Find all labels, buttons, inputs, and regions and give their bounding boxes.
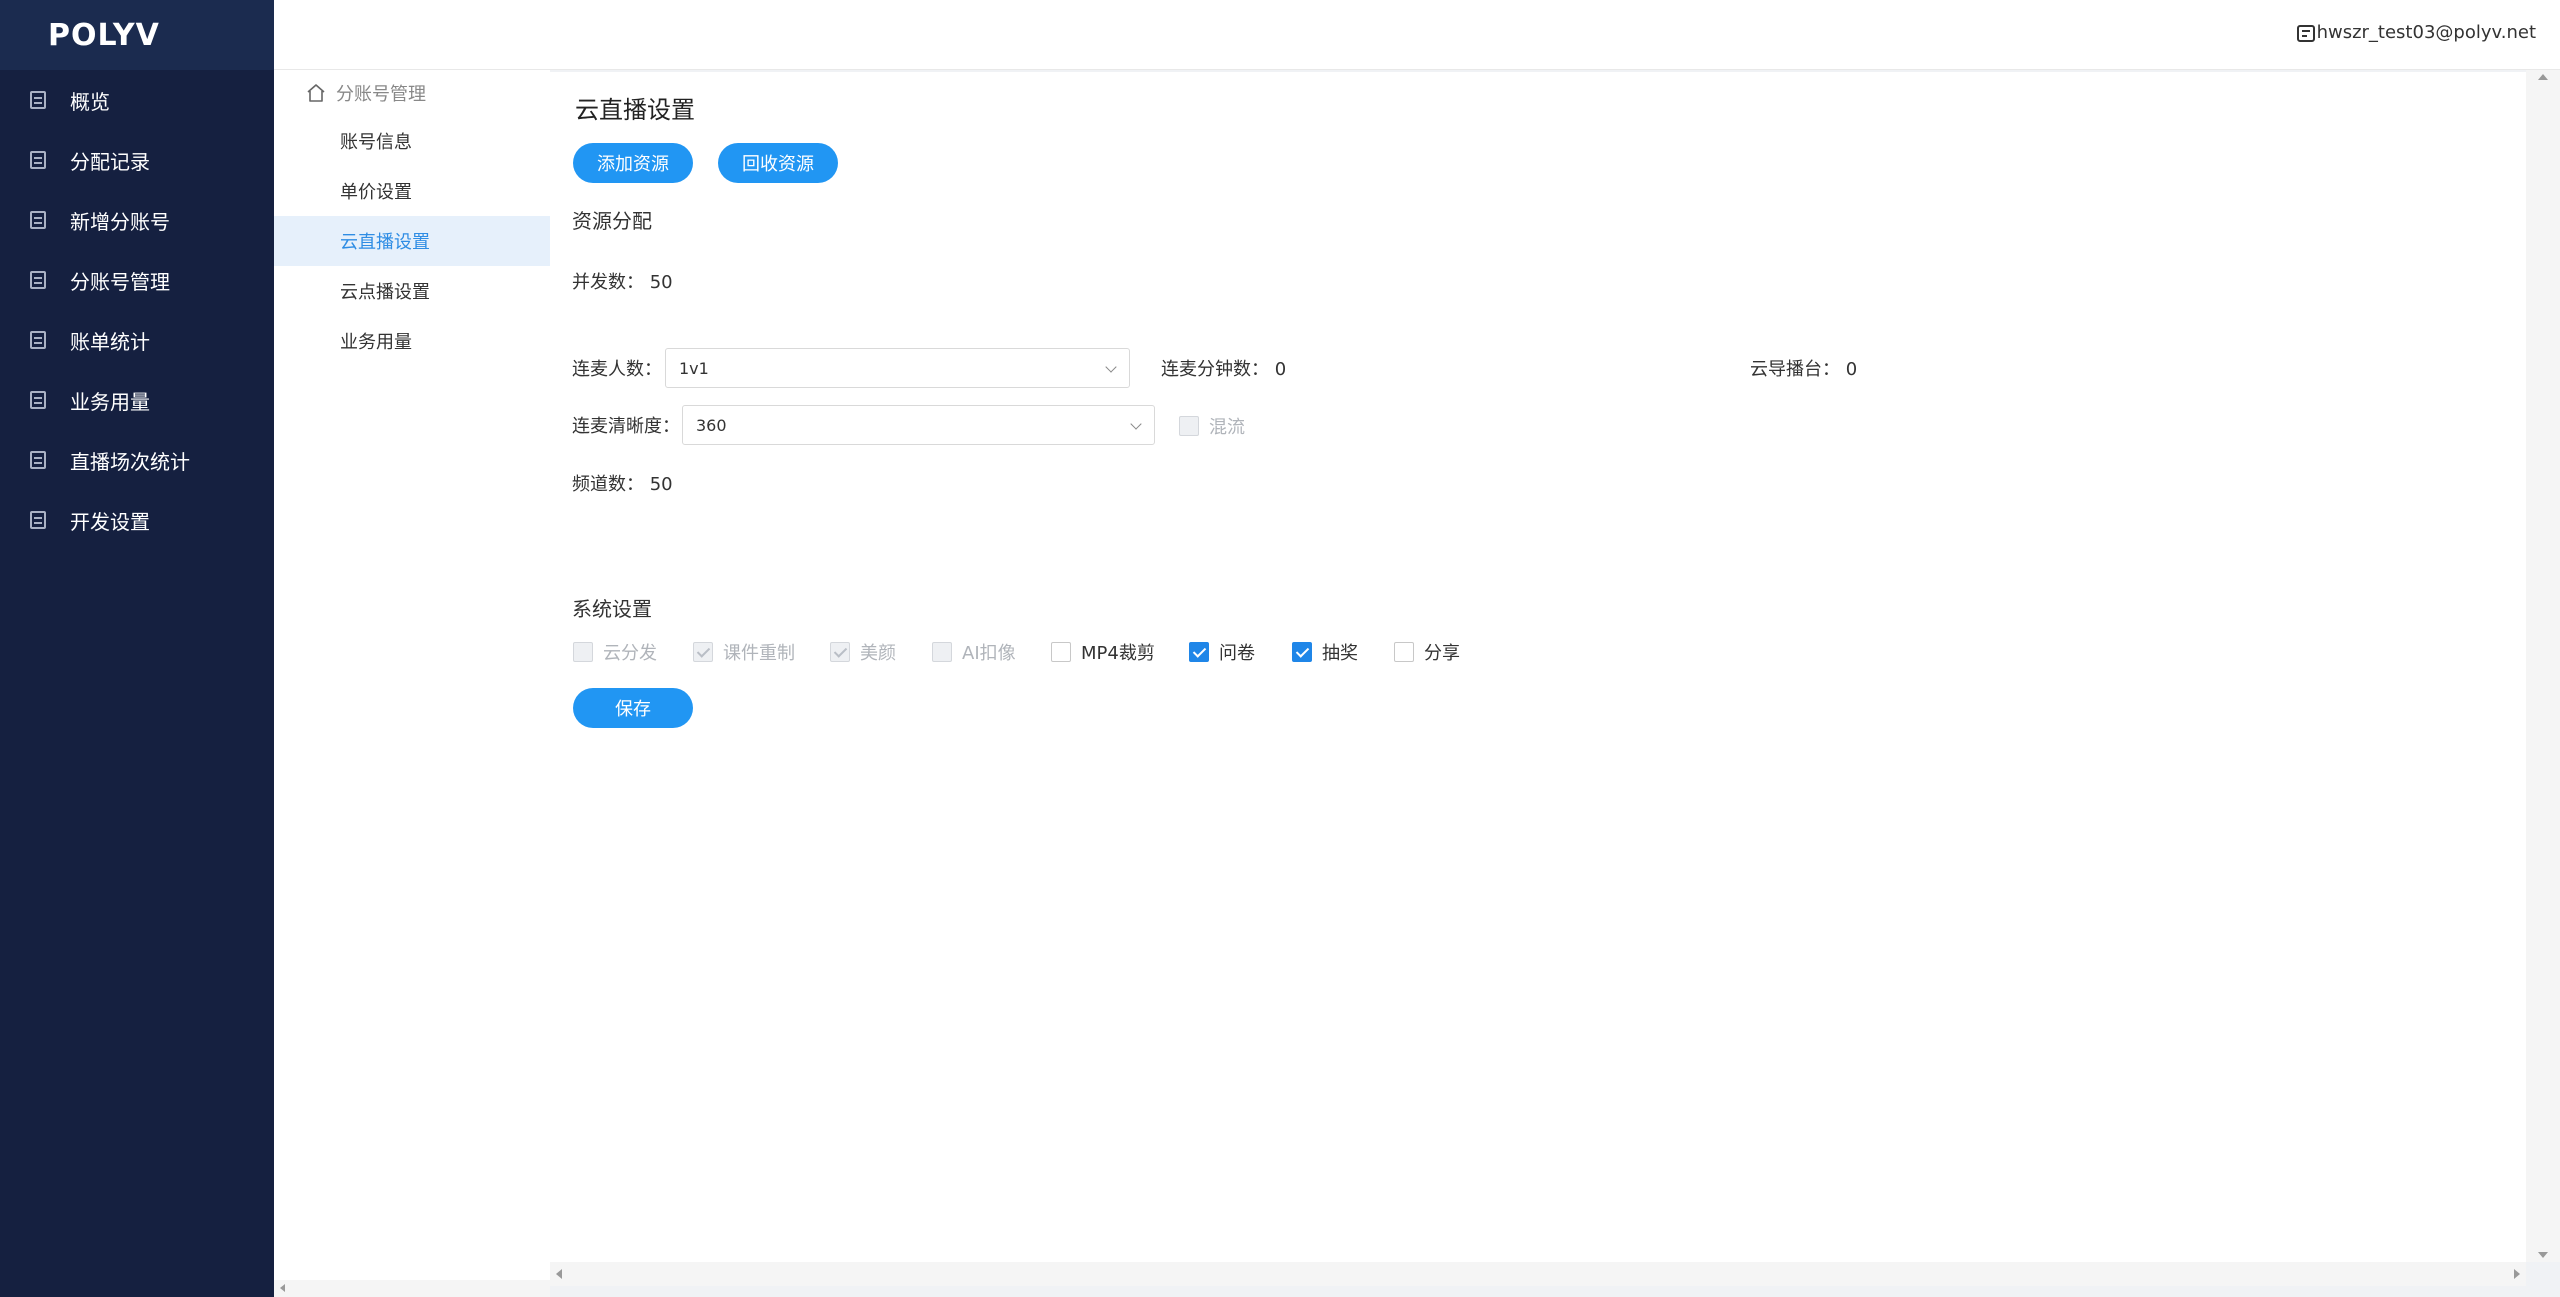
- vertical-scrollbar[interactable]: [2526, 70, 2560, 1262]
- option-questionnaire[interactable]: 问卷: [1189, 639, 1255, 665]
- checkbox-box: [1051, 642, 1071, 662]
- submenu-header[interactable]: 分账号管理: [274, 70, 550, 116]
- page-title: 云直播设置: [575, 96, 695, 124]
- document-icon: [30, 451, 46, 469]
- save-button[interactable]: 保存: [573, 688, 693, 728]
- checkbox-box: [1189, 642, 1209, 662]
- sidebar-item-label: 新增分账号: [70, 209, 170, 234]
- main-content: 云直播设置 添加资源 回收资源 资源分配 并发数： 50 连麦人数： 1v1 连…: [550, 72, 2526, 1262]
- mic-quality-select[interactable]: 360: [682, 405, 1155, 445]
- submenu-item-business-usage[interactable]: 业务用量: [274, 316, 550, 366]
- channel-count: 频道数： 50: [572, 474, 673, 495]
- submenu-horizontal-scrollbar[interactable]: [274, 1280, 550, 1297]
- document-icon: [30, 331, 46, 349]
- mic-count-value: 1v1: [679, 358, 709, 378]
- submenu-item-cloud-live-settings[interactable]: 云直播设置: [274, 216, 550, 266]
- user-email[interactable]: hwszr_test03@polyv.net: [2317, 22, 2536, 43]
- option-beauty[interactable]: 美颜: [830, 639, 896, 665]
- document-icon: [30, 91, 46, 109]
- horizontal-scrollbar[interactable]: [550, 1262, 2526, 1286]
- option-label: 美颜: [860, 643, 896, 664]
- document-icon: [30, 211, 46, 229]
- option-lottery[interactable]: 抽奖: [1292, 639, 1358, 665]
- sidebar-item-label: 直播场次统计: [70, 449, 190, 474]
- option-cloud-distribution[interactable]: 云分发: [573, 639, 657, 665]
- sidebar-item-overview[interactable]: 概览: [0, 70, 274, 130]
- sidebar-item-label: 业务用量: [70, 389, 150, 414]
- mic-count-label: 连麦人数：: [572, 359, 662, 380]
- main-sidebar: POLYV 概览 分配记录 新增分账号 分账号管理 账单统计 业务用量 直播场次…: [0, 0, 274, 1297]
- sidebar-item-label: 概览: [70, 89, 110, 114]
- option-label: 云分发: [603, 643, 657, 664]
- document-icon: [30, 391, 46, 409]
- submenu-header-label: 分账号管理: [336, 84, 426, 105]
- add-resource-button[interactable]: 添加资源: [573, 143, 693, 183]
- chevron-down-icon: [1130, 418, 1142, 430]
- option-label: 分享: [1424, 643, 1460, 664]
- sidebar-item-billing-stats[interactable]: 账单统计: [0, 310, 274, 370]
- checkbox-box: [693, 642, 713, 662]
- sidebar-item-dev-settings[interactable]: 开发设置: [0, 490, 274, 550]
- scroll-up-arrow-icon[interactable]: [2538, 74, 2548, 80]
- option-label: 问卷: [1219, 643, 1255, 664]
- sidebar-item-label: 开发设置: [70, 509, 150, 534]
- submenu: 分账号管理 账号信息 单价设置 云直播设置 云点播设置 业务用量: [274, 70, 550, 1297]
- checkbox-box: [932, 642, 952, 662]
- message-icon[interactable]: [2297, 25, 2315, 42]
- checkbox-box: [1179, 416, 1199, 436]
- sidebar-item-live-session-stats[interactable]: 直播场次统计: [0, 430, 274, 490]
- option-label: 课件重制: [723, 643, 795, 664]
- concurrency-count: 并发数： 50: [572, 272, 673, 293]
- mic-quality-label: 连麦清晰度：: [572, 416, 680, 437]
- checkbox-box: [1292, 642, 1312, 662]
- mic-quality-value: 360: [696, 415, 727, 435]
- mix-stream-label: 混流: [1209, 417, 1245, 438]
- option-mp4-clip[interactable]: MP4裁剪: [1051, 639, 1155, 665]
- logo-bar: POLYV: [0, 0, 274, 70]
- checkbox-box: [573, 642, 593, 662]
- system-section-title: 系统设置: [572, 597, 652, 621]
- sidebar-item-subaccount-management[interactable]: 分账号管理: [0, 250, 274, 310]
- resource-section-title: 资源分配: [572, 209, 652, 233]
- mic-minutes: 连麦分钟数： 0: [1161, 359, 1287, 380]
- option-ai-matting[interactable]: AI扣像: [932, 639, 1016, 665]
- checkbox-box: [1394, 642, 1414, 662]
- cloud-director-count: 云导播台： 0: [1750, 359, 1858, 380]
- option-label: MP4裁剪: [1081, 643, 1155, 664]
- sidebar-nav: 概览 分配记录 新增分账号 分账号管理 账单统计 业务用量 直播场次统计 开发设…: [0, 70, 274, 550]
- document-icon: [30, 511, 46, 529]
- top-header: hwszr_test03@polyv.net: [274, 0, 2560, 70]
- sidebar-item-label: 分配记录: [70, 149, 150, 174]
- checkbox-box: [830, 642, 850, 662]
- option-label: AI扣像: [962, 643, 1016, 664]
- document-icon: [30, 151, 46, 169]
- sidebar-item-business-usage[interactable]: 业务用量: [0, 370, 274, 430]
- sidebar-item-label: 分账号管理: [70, 269, 170, 294]
- option-label: 抽奖: [1322, 643, 1358, 664]
- document-icon: [30, 271, 46, 289]
- scroll-left-arrow-icon[interactable]: [280, 1284, 285, 1292]
- sidebar-item-allocation-records[interactable]: 分配记录: [0, 130, 274, 190]
- scroll-left-arrow-icon[interactable]: [556, 1269, 562, 1279]
- scroll-down-arrow-icon[interactable]: [2538, 1252, 2548, 1258]
- submenu-item-account-info[interactable]: 账号信息: [274, 116, 550, 166]
- sidebar-item-new-subaccount[interactable]: 新增分账号: [0, 190, 274, 250]
- submenu-item-price-settings[interactable]: 单价设置: [274, 166, 550, 216]
- mix-stream-checkbox[interactable]: 混流: [1179, 413, 1245, 439]
- option-share[interactable]: 分享: [1394, 639, 1460, 665]
- chevron-down-icon: [1105, 361, 1117, 373]
- sidebar-item-label: 账单统计: [70, 329, 150, 354]
- home-icon: [307, 84, 325, 102]
- option-courseware-remake[interactable]: 课件重制: [693, 639, 795, 665]
- logo[interactable]: POLYV: [48, 18, 160, 53]
- submenu-item-cloud-vod-settings[interactable]: 云点播设置: [274, 266, 550, 316]
- mic-count-select[interactable]: 1v1: [665, 348, 1130, 388]
- scroll-right-arrow-icon[interactable]: [2514, 1269, 2520, 1279]
- recycle-resource-button[interactable]: 回收资源: [718, 143, 838, 183]
